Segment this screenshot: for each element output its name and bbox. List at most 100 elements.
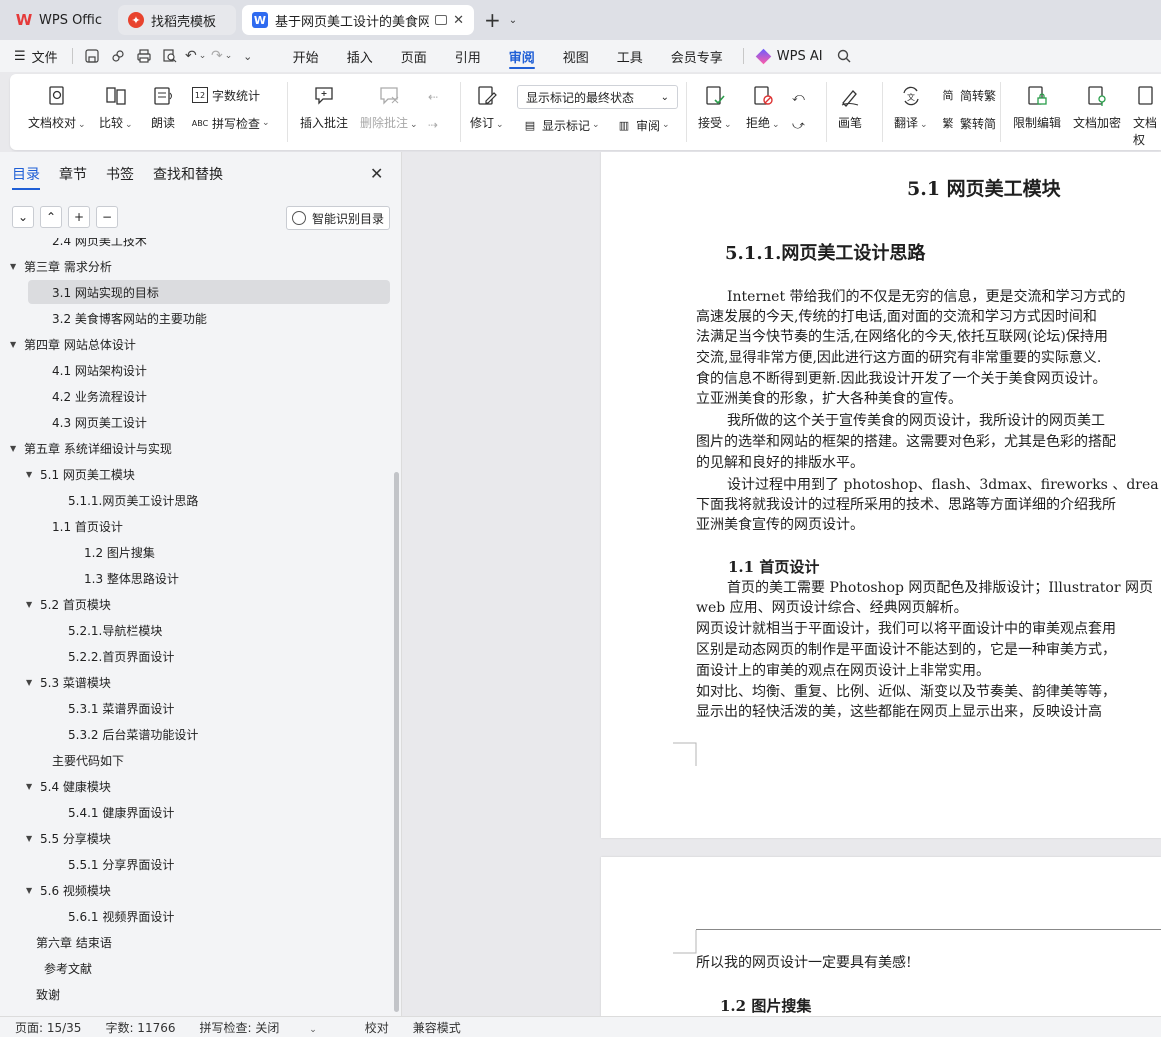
doc-permission-button[interactable]: 文档权 bbox=[1133, 84, 1161, 148]
toc-item[interactable]: ▼ 5.3 菜谱模块 bbox=[0, 670, 392, 694]
wps-ai-button[interactable]: WPS AI bbox=[750, 42, 831, 70]
tab-page[interactable]: 页面 bbox=[387, 40, 441, 72]
undo-icon[interactable]: ↶ ⌄ bbox=[183, 43, 209, 69]
toc-item[interactable]: 5.3.1 菜谱界面设计 bbox=[0, 696, 392, 720]
toc-item[interactable]: 3.2 美食博客网站的主要功能 bbox=[0, 306, 392, 330]
proofread-status[interactable]: 校对 bbox=[365, 1019, 389, 1036]
proofread-button[interactable]: 文档校对 ⌄ bbox=[28, 84, 86, 131]
toc-item[interactable]: 致谢 bbox=[0, 982, 392, 1006]
word-count-button[interactable]: 12 字数统计 bbox=[192, 84, 260, 106]
close-tab-icon[interactable]: ✕ bbox=[453, 13, 464, 28]
toc-item[interactable]: 5.3.2 后台菜谱功能设计 bbox=[0, 722, 392, 746]
tab-list-chevron-icon[interactable]: ⌄ bbox=[509, 15, 517, 26]
compare-button[interactable]: 比较 ⌄ bbox=[99, 84, 133, 131]
toc-expand-arrow-icon[interactable]: ▼ bbox=[26, 834, 40, 843]
toc-item[interactable]: 4.3 网页美工设计 bbox=[0, 410, 392, 434]
toc-item[interactable]: 5.2.1.导航栏模块 bbox=[0, 618, 392, 642]
read-aloud-button[interactable]: 朗读 bbox=[151, 84, 175, 131]
window-mode-icon[interactable] bbox=[435, 15, 448, 25]
nav-tab-bookmarks[interactable]: 书签 bbox=[106, 164, 134, 190]
toc-item[interactable]: ▼ 第三章 需求分析 bbox=[0, 254, 392, 278]
toc-item[interactable]: 5.5.1 分享界面设计 bbox=[0, 852, 392, 876]
toc-item[interactable]: ▼ 5.6 视频模块 bbox=[0, 878, 392, 902]
expand-down-icon[interactable]: ⌄ bbox=[12, 206, 34, 228]
tab-insert[interactable]: 插入 bbox=[333, 40, 387, 72]
pen-button[interactable]: 画笔 bbox=[838, 84, 862, 131]
show-markup-button[interactable]: ▤ 显示标记 ⌄ bbox=[522, 114, 600, 136]
encrypt-button[interactable]: 文档加密 bbox=[1073, 84, 1121, 131]
toc-item[interactable]: ▼ 5.4 健康模块 bbox=[0, 774, 392, 798]
page-indicator[interactable]: 页面: 15/35 bbox=[15, 1019, 81, 1036]
link-icon[interactable] bbox=[105, 43, 131, 69]
nav-scrollbar[interactable] bbox=[394, 472, 399, 1012]
quick-access-more-icon[interactable]: ⌄ bbox=[235, 43, 261, 69]
spell-check-button[interactable]: ABC 拼写检查 ⌄ bbox=[192, 112, 270, 134]
nav-tab-find-replace[interactable]: 查找和替换 bbox=[153, 164, 223, 190]
next-comment-icon[interactable]: ⇢ bbox=[428, 114, 438, 136]
tab-tools[interactable]: 工具 bbox=[603, 40, 657, 72]
remove-heading-icon[interactable]: − bbox=[96, 206, 118, 228]
nav-tab-toc[interactable]: 目录 bbox=[12, 164, 40, 190]
toc-expand-arrow-icon[interactable]: ▼ bbox=[10, 262, 24, 271]
reject-button[interactable]: 拒绝 ⌄ bbox=[746, 84, 780, 131]
spell-check-status[interactable]: 拼写检查: 关闭 ⌄ bbox=[200, 1019, 341, 1036]
tab-home[interactable]: 开始 bbox=[279, 40, 333, 72]
next-change-icon[interactable]: ⤻ bbox=[792, 114, 805, 136]
restrict-edit-button[interactable]: 限制编辑 bbox=[1013, 84, 1061, 131]
document-page[interactable]: 5.1 网页美工模块 5.1.1.网页美工设计思路 Internet 带给我们的… bbox=[601, 152, 1161, 838]
document-page[interactable]: 所以我的网页设计一定要具有美感! 1.2 图片搜集 bbox=[601, 857, 1161, 1016]
delete-comment-button[interactable]: 删除批注 ⌄ bbox=[360, 84, 418, 131]
review-pane-button[interactable]: ▥ 审阅 ⌄ bbox=[616, 114, 670, 136]
toc-item[interactable]: 1.3 整体思路设计 bbox=[0, 566, 392, 590]
toc-item[interactable]: ▼ 5.1 网页美工模块 bbox=[0, 462, 392, 486]
toc-item[interactable]: 第六章 结束语 bbox=[0, 930, 392, 954]
tab-member[interactable]: 会员专享 bbox=[657, 40, 737, 72]
toc-item[interactable]: 3.1 网站实现的目标 bbox=[28, 280, 390, 304]
toc-item[interactable]: ▼ 第四章 网站总体设计 bbox=[0, 332, 392, 356]
to-traditional-button[interactable]: 简 简转繁 bbox=[940, 84, 997, 106]
toc-item[interactable]: 1.1 首页设计 bbox=[0, 514, 392, 538]
redo-icon[interactable]: ↷ ⌄ bbox=[209, 43, 235, 69]
word-count-indicator[interactable]: 字数: 11766 bbox=[105, 1019, 175, 1036]
toc-expand-arrow-icon[interactable]: ▼ bbox=[10, 340, 24, 349]
close-pane-icon[interactable]: ✕ bbox=[370, 164, 383, 183]
toc-item[interactable]: 5.2.2.首页界面设计 bbox=[0, 644, 392, 668]
save-icon[interactable] bbox=[79, 43, 105, 69]
search-icon[interactable] bbox=[831, 43, 857, 69]
toc-expand-arrow-icon[interactable]: ▼ bbox=[26, 886, 40, 895]
new-tab-plus-icon[interactable]: + bbox=[484, 8, 501, 32]
toc-expand-arrow-icon[interactable]: ▼ bbox=[10, 444, 24, 453]
toc-item[interactable]: 2.4 网页美工技术 bbox=[0, 238, 392, 252]
toc-item[interactable]: ▼ 5.5 分享模块 bbox=[0, 826, 392, 850]
tab-view[interactable]: 视图 bbox=[549, 40, 603, 72]
toc-expand-arrow-icon[interactable]: ▼ bbox=[26, 678, 40, 687]
file-menu[interactable]: ☰ 文件 bbox=[0, 42, 66, 70]
print-preview-icon[interactable] bbox=[157, 43, 183, 69]
translate-button[interactable]: 文 翻译 ⌄ bbox=[894, 84, 928, 131]
smart-toc-button[interactable]: 智能识别目录 bbox=[286, 206, 390, 230]
print-icon[interactable] bbox=[131, 43, 157, 69]
tab-references[interactable]: 引用 bbox=[441, 40, 495, 72]
toc-expand-arrow-icon[interactable]: ▼ bbox=[26, 600, 40, 609]
toc-item[interactable]: ▼ 5.2 首页模块 bbox=[0, 592, 392, 616]
to-simplified-button[interactable]: 繁 繁转简 bbox=[940, 112, 997, 134]
tab-wps-office[interactable]: W WPS Office bbox=[6, 5, 112, 35]
toc-item[interactable]: 1.2 图片搜集 bbox=[0, 540, 392, 564]
insert-comment-button[interactable]: 插入批注 bbox=[300, 84, 348, 131]
tab-review[interactable]: 审阅 bbox=[495, 40, 549, 72]
toc-item[interactable]: 参考文献 bbox=[0, 956, 392, 980]
toc-expand-arrow-icon[interactable]: ▼ bbox=[26, 782, 40, 791]
toc-item[interactable]: 4.2 业务流程设计 bbox=[0, 384, 392, 408]
toc-item[interactable]: 5.4.1 健康界面设计 bbox=[0, 800, 392, 824]
add-heading-icon[interactable]: + bbox=[68, 206, 90, 228]
nav-tab-sections[interactable]: 章节 bbox=[59, 164, 87, 190]
previous-comment-icon[interactable]: ⇠ bbox=[428, 86, 438, 108]
tab-document[interactable]: W 基于网页美工设计的美食网店的 ✕ bbox=[242, 5, 474, 35]
track-changes-button[interactable]: 修订 ⌄ bbox=[470, 84, 504, 131]
toc-item[interactable]: 5.6.1 视频界面设计 bbox=[0, 904, 392, 928]
accept-button[interactable]: 接受 ⌄ bbox=[698, 84, 732, 131]
collapse-up-icon[interactable]: ⌃ bbox=[40, 206, 62, 228]
toc-item[interactable]: 5.1.1.网页美工设计思路 bbox=[0, 488, 392, 512]
markup-display-select[interactable]: 显示标记的最终状态 ⌄ bbox=[517, 85, 678, 109]
toc-item[interactable]: 4.1 网站架构设计 bbox=[0, 358, 392, 382]
